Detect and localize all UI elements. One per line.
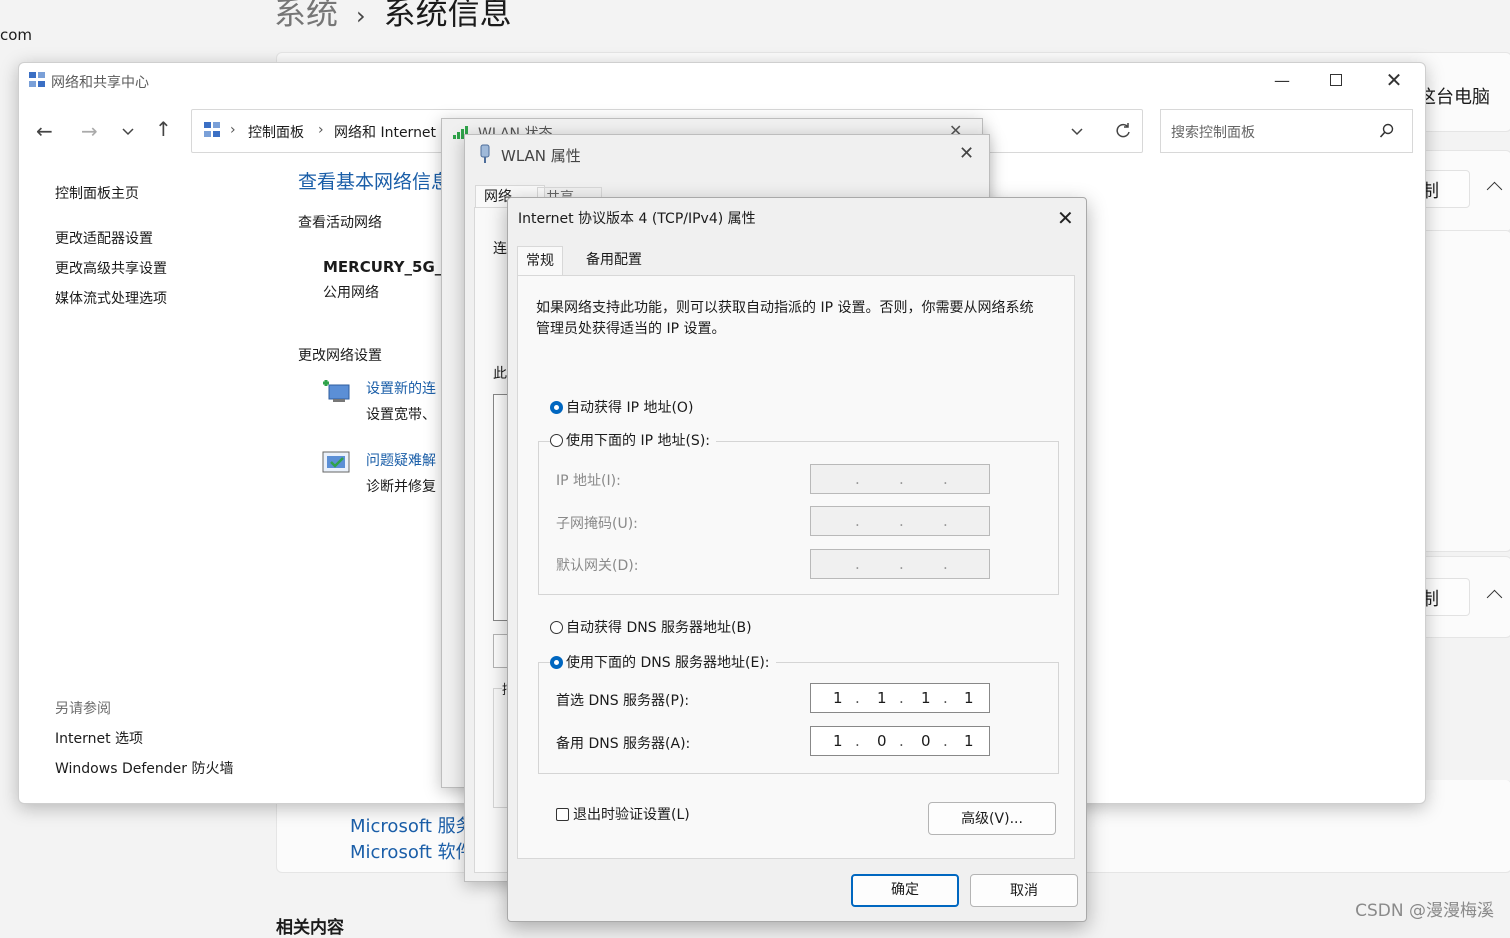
minimize-icon[interactable]: — (1259, 63, 1305, 97)
subnet-mask-label: 子网掩码(U): (556, 516, 638, 532)
address-dropdown-icon[interactable] (1070, 127, 1084, 137)
setup-connection-desc: 设置宽带、 (366, 407, 436, 423)
radio-unselected-icon (550, 620, 563, 634)
tab-alternate-config[interactable]: 备用配置 (578, 246, 650, 275)
control-panel-icon (204, 122, 220, 137)
connect-using-label: 连 (493, 241, 507, 257)
window-title: 网络和共享中心 (51, 75, 149, 91)
radio-auto-ip[interactable]: 自动获得 IP 地址(O) (550, 397, 693, 417)
checkbox-icon (556, 807, 569, 821)
close-icon[interactable]: ✕ (1371, 63, 1417, 97)
watermark: CSDN @漫漫梅溪 (1355, 901, 1494, 921)
adapter-icon (480, 144, 490, 163)
troubleshoot-link[interactable]: 问题疑难解 (366, 450, 436, 470)
radio-manual-ip[interactable]: 使用下面的 IP 地址(S): (550, 430, 716, 450)
search-icon[interactable] (1379, 123, 1395, 139)
radio-auto-dns[interactable]: 自动获得 DNS 服务器地址(B) (550, 617, 752, 637)
items-label: 此 (493, 366, 507, 382)
radio-selected-icon (550, 655, 563, 669)
setup-connection-link[interactable]: 设置新的连 (366, 378, 436, 398)
troubleshoot-desc: 诊断并修复 (366, 479, 436, 495)
up-arrow-icon[interactable]: ↑ (155, 117, 172, 141)
radio-manual-dns[interactable]: 使用下面的 DNS 服务器地址(E): (550, 652, 776, 672)
see-also-internet-options[interactable]: Internet 选项 (55, 728, 143, 748)
alternate-dns-field[interactable]: 1. 0. 0. 1 (810, 726, 990, 756)
advanced-button[interactable]: 高级(V)... (928, 802, 1056, 835)
cancel-button[interactable]: 取消 (970, 874, 1078, 907)
ipv4-properties-dialog: Internet 协议版本 4 (TCP/IPv4) 属性 ✕ 常规 备用配置 … (507, 197, 1087, 922)
address-chevron-icon: › (230, 122, 236, 138)
ip-address-field[interactable]: ... (810, 464, 990, 494)
preferred-dns-field[interactable]: 1. 1. 1. 1 (810, 683, 990, 713)
gateway-label: 默认网关(D): (556, 558, 639, 574)
troubleshoot-icon (322, 451, 350, 473)
gateway-field[interactable]: ... (810, 549, 990, 579)
close-icon[interactable]: ✕ (959, 143, 974, 164)
general-panel: 如果网络支持此功能，则可以获取自动指派的 IP 设置。否则，你需要从网络系统管理… (517, 275, 1075, 859)
search-box[interactable]: 搜索控制面板 (1160, 109, 1413, 153)
search-input[interactable]: 搜索控制面板 (1171, 122, 1255, 142)
active-networks-label: 查看活动网络 (298, 215, 382, 231)
tab-general[interactable]: 常规 (517, 246, 563, 276)
forward-arrow-icon[interactable]: → (81, 119, 98, 143)
ms-services-link[interactable]: Microsoft 服务 (350, 812, 474, 838)
left-edge-text: com (0, 26, 33, 44)
wlan-properties-title: WLAN 属性 (501, 147, 581, 165)
validate-on-exit-checkbox[interactable]: 退出时验证设置(L) (556, 804, 690, 824)
ms-software-link[interactable]: Microsoft 软件 (350, 838, 474, 864)
alternate-dns-label: 备用 DNS 服务器(A): (556, 736, 691, 752)
sidebar-home-link[interactable]: 控制面板主页 (55, 183, 139, 203)
sidebar-item-media[interactable]: 媒体流式处理选项 (55, 288, 167, 308)
radio-unselected-icon (550, 433, 563, 447)
close-icon[interactable]: ✕ (1057, 206, 1074, 230)
sidebar-item-adapter[interactable]: 更改适配器设置 (55, 228, 153, 248)
network-name: MERCURY_5G_2 (323, 258, 453, 276)
change-settings-label: 更改网络设置 (298, 348, 382, 364)
page-heading: 查看基本网络信息 (298, 171, 451, 193)
new-connection-icon (323, 380, 350, 402)
related-heading: 相关内容 (276, 918, 344, 938)
maximize-icon[interactable] (1313, 63, 1359, 97)
description-text: 如果网络支持此功能，则可以获取自动指派的 IP 设置。否则，你需要从网络系统管理… (536, 300, 1034, 337)
address-crumb-control-panel[interactable]: 控制面板 (248, 122, 304, 142)
copy-button-2[interactable]: 制 (1420, 578, 1470, 616)
copy-button-1[interactable]: 制 (1420, 170, 1470, 208)
ip-address-label: IP 地址(I): (556, 473, 621, 489)
see-also-firewall[interactable]: Windows Defender 防火墙 (55, 758, 233, 778)
network-type[interactable]: 公用网络 (323, 282, 379, 302)
subnet-mask-field[interactable]: ... (810, 506, 990, 536)
back-arrow-icon[interactable]: ← (36, 119, 53, 143)
rename-pc-button[interactable]: 这台电脑 (1418, 80, 1510, 116)
preferred-dns-label: 首选 DNS 服务器(P): (556, 693, 690, 709)
dialog-title: Internet 协议版本 4 (TCP/IPv4) 属性 (518, 211, 756, 227)
manual-dns-group (538, 662, 1059, 774)
network-icon (29, 72, 45, 87)
recent-dropdown-icon[interactable] (121, 127, 135, 137)
ok-button[interactable]: 确定 (851, 874, 959, 907)
breadcrumb-parent[interactable]: 系统 (274, 0, 338, 32)
sidebar-item-sharing[interactable]: 更改高级共享设置 (55, 258, 167, 278)
radio-selected-icon (550, 400, 563, 414)
breadcrumb-chevron-icon: › (356, 2, 366, 30)
settings-breadcrumb: 系统 › 系统信息 (274, 0, 512, 34)
address-crumb-network[interactable]: 网络和 Internet (334, 122, 436, 142)
see-also-heading: 另请参阅 (55, 701, 111, 717)
breadcrumb-current: 系统信息 (383, 0, 512, 32)
address-chevron-icon-2: › (318, 122, 324, 138)
refresh-icon[interactable] (1114, 122, 1132, 140)
